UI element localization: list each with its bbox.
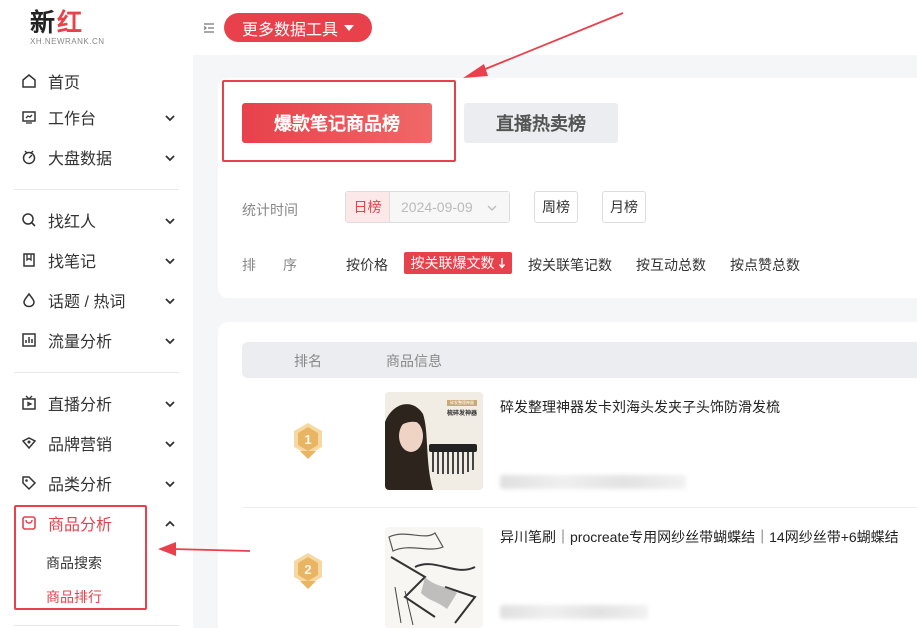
- sort-by-related-notes[interactable]: 按关联笔记数: [528, 255, 612, 275]
- sidebar-item-label: 直播分析: [48, 397, 113, 414]
- logo-subtitle: XH.NEWRANK.CN: [30, 37, 105, 46]
- date-picker[interactable]: 日榜 2024-09-09: [345, 191, 510, 223]
- sidebar-item-label: 流量分析: [48, 334, 113, 351]
- table-header: 排名 商品信息: [242, 342, 917, 378]
- month-rank-button[interactable]: 月榜: [602, 191, 646, 223]
- sidebar-item-traffic[interactable]: 流量分析: [20, 326, 180, 354]
- menu-collapse-icon[interactable]: [203, 22, 215, 34]
- home-icon: [20, 72, 38, 90]
- column-header-product-info: 商品信息: [386, 353, 442, 369]
- product-thumbnail[interactable]: 碎发整理神器 梳碎发神器: [385, 392, 483, 490]
- sort-label-1: 排: [242, 257, 256, 273]
- product-thumbnail[interactable]: [385, 527, 483, 628]
- chevron-down-icon: [165, 258, 175, 265]
- search-user-icon: [20, 211, 38, 229]
- sidebar-item-topics[interactable]: 话题 / 热词: [20, 286, 180, 314]
- rank-number: 1: [304, 432, 311, 447]
- product-name[interactable]: 碎发整理神器发卡刘海头发夹子头饰防滑发梳: [500, 397, 780, 417]
- ranking-table-card: 排名 商品信息 1 碎发整理神器 梳碎发神器 碎发整理神器发卡刘海头发夹子头饰防…: [218, 322, 917, 628]
- logo-brand-left: 新: [30, 8, 58, 37]
- row-divider: [242, 507, 917, 508]
- chevron-down-icon: [165, 298, 175, 305]
- topbar: 更多数据工具: [193, 0, 917, 55]
- blurred-shop-info: [500, 605, 648, 619]
- sidebar-item-label: 大盘数据: [48, 151, 113, 168]
- logo-brand-right: 红: [57, 8, 85, 37]
- chevron-up-icon: [165, 520, 175, 527]
- rank-medal-icon: 1: [294, 423, 322, 459]
- sidebar-item-label: 品牌营销: [48, 437, 113, 454]
- sidebar-divider: [14, 625, 179, 626]
- thumb-caption-2: 梳碎发神器: [446, 411, 477, 417]
- sidebar-item-home[interactable]: 首页: [20, 67, 180, 95]
- sidebar-item-brand[interactable]: 品牌营销: [20, 429, 180, 457]
- chevron-down-icon: [165, 481, 175, 488]
- product-image: [385, 392, 483, 490]
- sort-by-viral-notes[interactable]: 按关联爆文数: [404, 252, 512, 274]
- sidebar-item-label: 工作台: [48, 111, 97, 128]
- blurred-shop-info: [500, 475, 686, 489]
- chevron-down-icon: [165, 218, 175, 225]
- date-field[interactable]: 2024-09-09: [390, 192, 509, 222]
- rank-number: 2: [304, 562, 311, 577]
- chevron-down-icon: [487, 205, 497, 211]
- sidebar-item-find-influencer[interactable]: 找红人: [20, 206, 180, 234]
- sort-desc-icon: [498, 258, 505, 269]
- date-value: 2024-09-09: [401, 199, 473, 215]
- sidebar-item-label: 首页: [48, 75, 81, 92]
- stat-time-label: 统计时间: [242, 202, 298, 218]
- highlight-box-active-tab: [222, 80, 456, 162]
- more-tools-button[interactable]: 更多数据工具: [224, 13, 372, 42]
- note-icon: [20, 251, 38, 269]
- highlight-box-product-analysis: [14, 505, 147, 610]
- sidebar-item-label: 找笔记: [48, 254, 97, 271]
- product-image: [385, 527, 483, 628]
- chevron-down-icon: [165, 401, 175, 408]
- sidebar-item-find-notes[interactable]: 找笔记: [20, 246, 180, 274]
- sidebar-item-workbench[interactable]: 工作台: [20, 103, 180, 131]
- sort-by-likes[interactable]: 按点赞总数: [730, 255, 800, 275]
- sort-by-interactions[interactable]: 按互动总数: [636, 255, 706, 275]
- market-data-icon: [20, 148, 38, 166]
- sidebar-item-category[interactable]: 品类分析: [20, 469, 180, 497]
- workbench-icon: [20, 108, 38, 126]
- sidebar-item-label: 品类分析: [48, 477, 113, 494]
- product-name[interactable]: 异川笔刷｜procreate专用网纱丝带蝴蝶结｜14网纱丝带+6蝴蝶结: [500, 527, 899, 547]
- chevron-down-icon: [165, 338, 175, 345]
- sort-option-label: 按关联爆文数: [410, 255, 495, 271]
- caret-down-icon: [344, 24, 354, 31]
- live-tv-icon: [20, 394, 38, 412]
- chevron-down-icon: [165, 155, 175, 162]
- thumb-caption-1: 碎发整理神器: [450, 400, 474, 405]
- chevron-down-icon: [165, 115, 175, 122]
- sidebar-divider: [14, 372, 179, 373]
- day-rank-option[interactable]: 日榜: [346, 192, 390, 222]
- sidebar-item-label: 话题 / 热词: [48, 294, 126, 311]
- traffic-chart-icon: [20, 331, 38, 349]
- chevron-down-icon: [165, 441, 175, 448]
- sort-by-price[interactable]: 按价格: [346, 255, 388, 275]
- tab-live-hot-sales[interactable]: 直播热卖榜: [464, 103, 618, 143]
- column-header-rank: 排名: [294, 353, 322, 369]
- sidebar-divider: [14, 189, 179, 190]
- sidebar-item-market-data[interactable]: 大盘数据: [20, 143, 180, 171]
- sort-label-2: 序: [283, 257, 297, 273]
- week-rank-button[interactable]: 周榜: [534, 191, 578, 223]
- brand-icon: [20, 434, 38, 452]
- rank-medal-icon: 2: [294, 553, 322, 589]
- logo[interactable]: 新红 XH.NEWRANK.CN: [30, 8, 105, 46]
- sidebar-item-live[interactable]: 直播分析: [20, 389, 180, 417]
- topic-icon: [20, 291, 38, 309]
- more-tools-label: 更多数据工具: [241, 21, 338, 39]
- tag-icon: [20, 474, 38, 492]
- sidebar-item-label: 找红人: [48, 214, 97, 231]
